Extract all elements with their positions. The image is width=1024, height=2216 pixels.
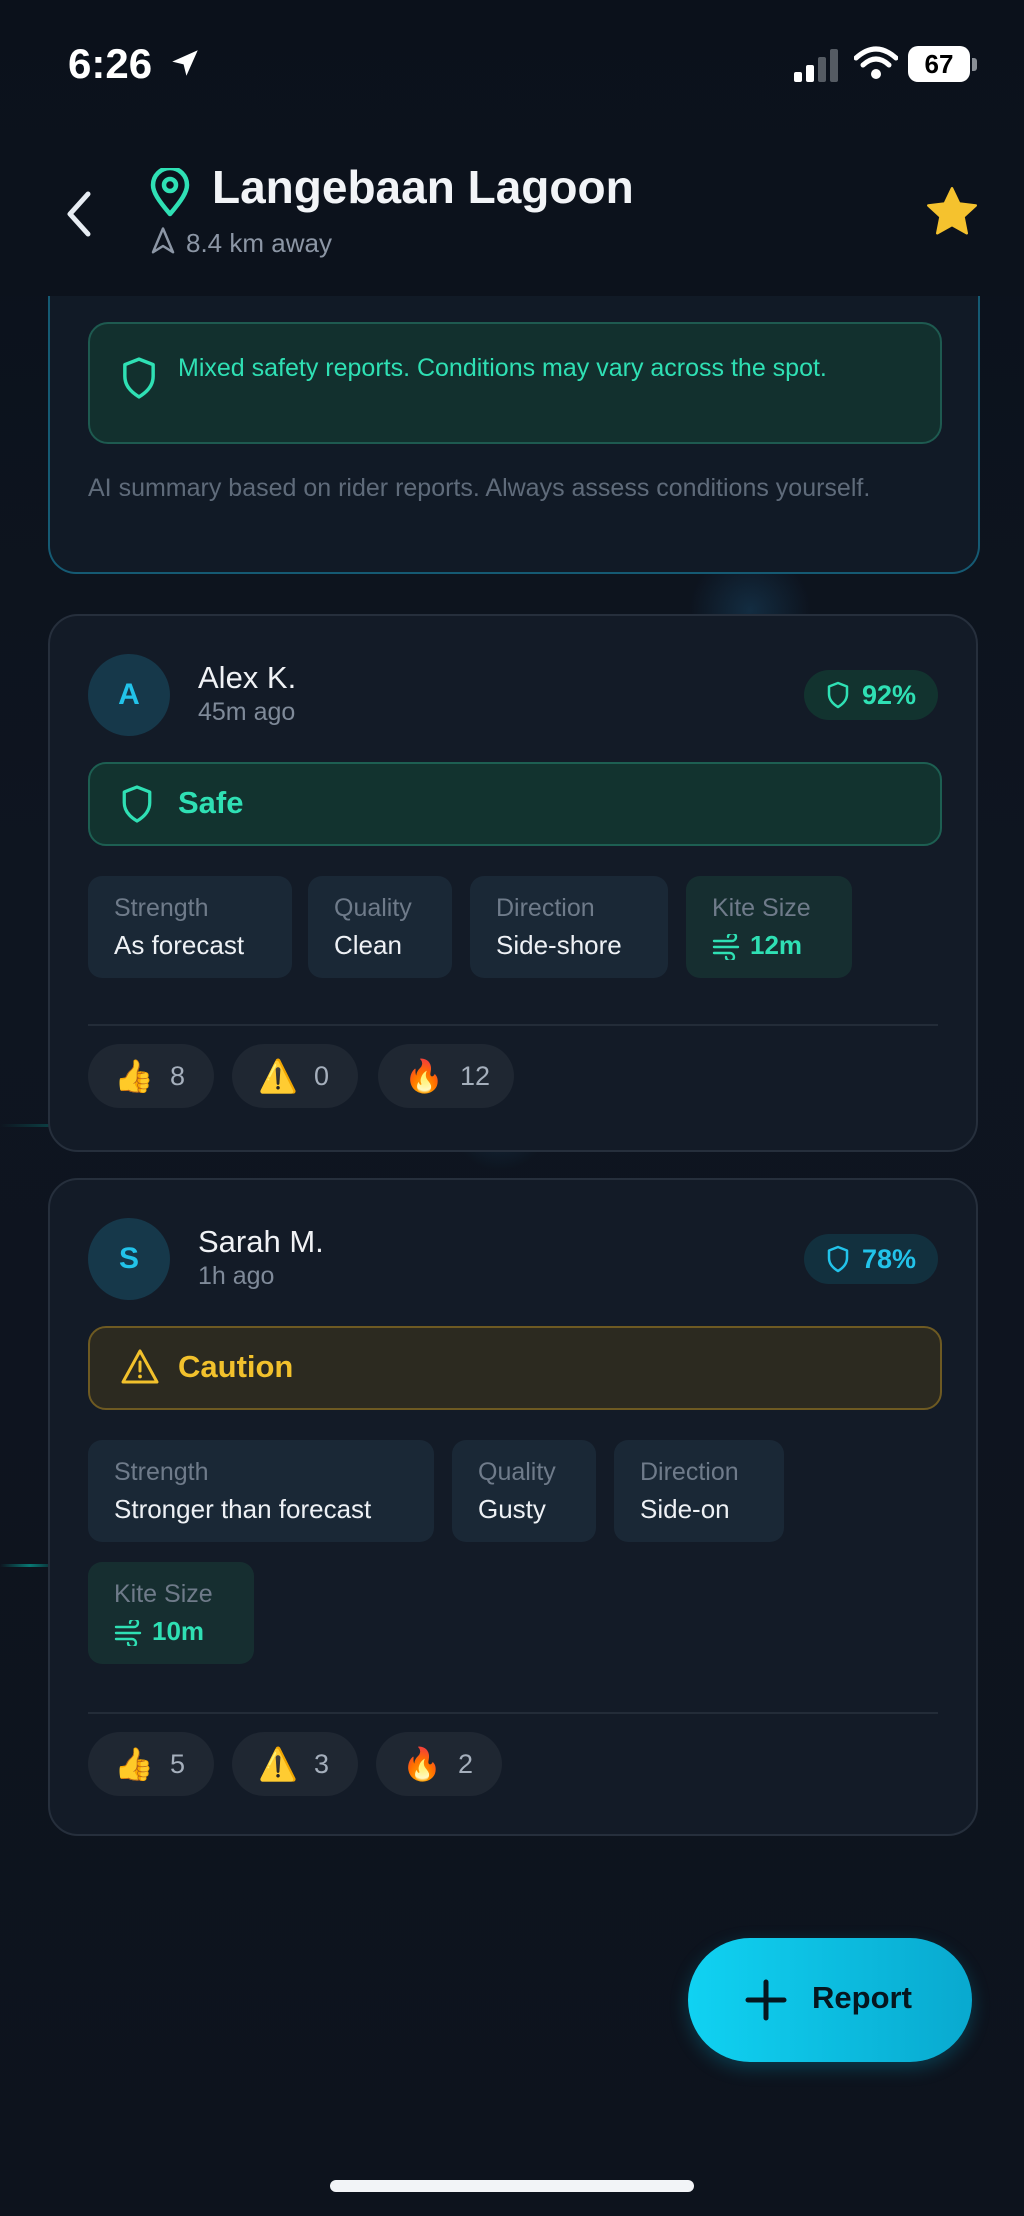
reaction-warning-button[interactable]: ⚠️ 3	[232, 1732, 358, 1796]
plus-icon	[745, 1979, 787, 2021]
warning-icon: ⚠️	[258, 1058, 298, 1094]
warning-triangle-icon	[121, 1349, 159, 1384]
chip-value: Side-shore	[496, 930, 622, 960]
divider	[88, 1024, 938, 1026]
avatar: S	[88, 1218, 170, 1300]
condition-chip-kite-size: Kite Size 10m	[88, 1562, 254, 1664]
chip-label: Quality	[334, 894, 412, 922]
condition-chip-direction: Direction Side-shore	[470, 876, 668, 978]
chip-label: Kite Size	[114, 1580, 213, 1608]
avatar: A	[88, 654, 170, 736]
chip-value: 12m	[750, 930, 803, 960]
add-report-button[interactable]: Report	[688, 1938, 972, 2062]
add-report-label: Report	[812, 1980, 912, 2015]
battery-cap	[972, 58, 977, 71]
condition-chip-strength: Strength As forecast	[88, 876, 292, 978]
trust-score-badge: 92%	[803, 670, 938, 720]
reaction-warning-button[interactable]: ⚠️ 0	[232, 1044, 358, 1108]
trust-score-badge: 78%	[803, 1234, 938, 1284]
reaction-count: 3	[314, 1749, 330, 1779]
safety-note: Mixed safety reports. Conditions may var…	[88, 322, 942, 444]
ai-disclaimer: AI summary based on rider reports. Alway…	[88, 474, 871, 502]
fire-icon: 🔥	[402, 1746, 442, 1782]
back-chevron-icon[interactable]	[58, 186, 102, 242]
status-time: 6:26	[68, 40, 153, 87]
report-time: 45m ago	[198, 698, 296, 726]
chip-value: As forecast	[114, 930, 245, 960]
shield-icon	[827, 681, 849, 709]
header: Langebaan Lagoon 8.4 km away	[0, 130, 1024, 296]
condition-chip-strength: Strength Stronger than forecast	[88, 1440, 434, 1542]
chip-value: Clean	[334, 930, 402, 960]
reaction-thumbs-up-button[interactable]: 👍 5	[88, 1732, 214, 1796]
favorite-star-icon[interactable]	[922, 182, 982, 242]
shield-icon	[827, 1245, 849, 1273]
wind-icon	[712, 934, 740, 960]
user-name: Sarah M.	[198, 1224, 324, 1259]
chip-label: Direction	[496, 894, 595, 922]
wind-icon	[114, 1620, 142, 1646]
chip-value: Stronger than forecast	[114, 1494, 372, 1524]
navigation-arrow-icon	[151, 227, 175, 254]
battery-level: 67	[908, 46, 970, 82]
chip-value: Gusty	[478, 1494, 546, 1524]
warning-icon: ⚠️	[258, 1746, 298, 1782]
safety-status-banner: Caution	[88, 1326, 942, 1410]
divider	[88, 1712, 938, 1714]
reaction-fire-button[interactable]: 🔥 12	[378, 1044, 514, 1108]
trust-score-value: 78%	[861, 1244, 916, 1274]
thumbs-up-icon: 👍	[114, 1746, 154, 1782]
wifi-icon	[854, 46, 898, 79]
page-title: Langebaan Lagoon	[212, 161, 634, 213]
map-pin-icon	[150, 168, 190, 217]
user-name: Alex K.	[198, 660, 297, 695]
safety-status-label: Safe	[178, 785, 244, 820]
fire-icon: 🔥	[404, 1058, 444, 1094]
chip-label: Strength	[114, 894, 209, 922]
condition-chip-quality: Quality Clean	[308, 876, 452, 978]
condition-chip-kite-size: Kite Size 12m	[686, 876, 852, 978]
chip-value: 10m	[152, 1616, 205, 1646]
safety-status-label: Caution	[178, 1349, 294, 1384]
shield-icon	[123, 357, 155, 399]
reaction-fire-button[interactable]: 🔥 2	[376, 1732, 502, 1796]
safety-note-text: Mixed safety reports. Conditions may var…	[178, 354, 827, 382]
trust-score-value: 92%	[861, 680, 916, 710]
ai-summary-card: Mixed safety reports. Conditions may var…	[48, 296, 980, 574]
reaction-thumbs-up-button[interactable]: 👍 8	[88, 1044, 214, 1108]
condition-chip-direction: Direction Side-on	[614, 1440, 784, 1542]
status-bar: 6:26 67	[0, 0, 1024, 130]
chip-label: Kite Size	[712, 894, 811, 922]
chip-label: Quality	[478, 1458, 556, 1486]
reaction-count: 8	[170, 1061, 186, 1091]
home-indicator[interactable]	[330, 2180, 694, 2192]
chip-label: Direction	[640, 1458, 739, 1486]
reaction-count: 12	[460, 1061, 491, 1091]
safety-status-banner: Safe	[88, 762, 942, 846]
thumbs-up-icon: 👍	[114, 1058, 154, 1094]
report-time: 1h ago	[198, 1262, 275, 1290]
chip-label: Strength	[114, 1458, 209, 1486]
condition-chip-quality: Quality Gusty	[452, 1440, 596, 1542]
report-card: S Sarah M. 1h ago 78% Caution Strength S…	[48, 1178, 978, 1836]
distance-label: 8.4 km away	[186, 228, 332, 258]
location-arrow-icon	[172, 50, 198, 76]
reaction-count: 5	[170, 1749, 186, 1779]
report-card: A Alex K. 45m ago 92% Safe Strength As f…	[48, 614, 978, 1152]
shield-icon	[122, 785, 152, 823]
cellular-signal-icon	[794, 49, 838, 82]
chip-value: Side-on	[640, 1494, 730, 1524]
reaction-count: 2	[458, 1749, 474, 1779]
reaction-count: 0	[314, 1061, 330, 1091]
